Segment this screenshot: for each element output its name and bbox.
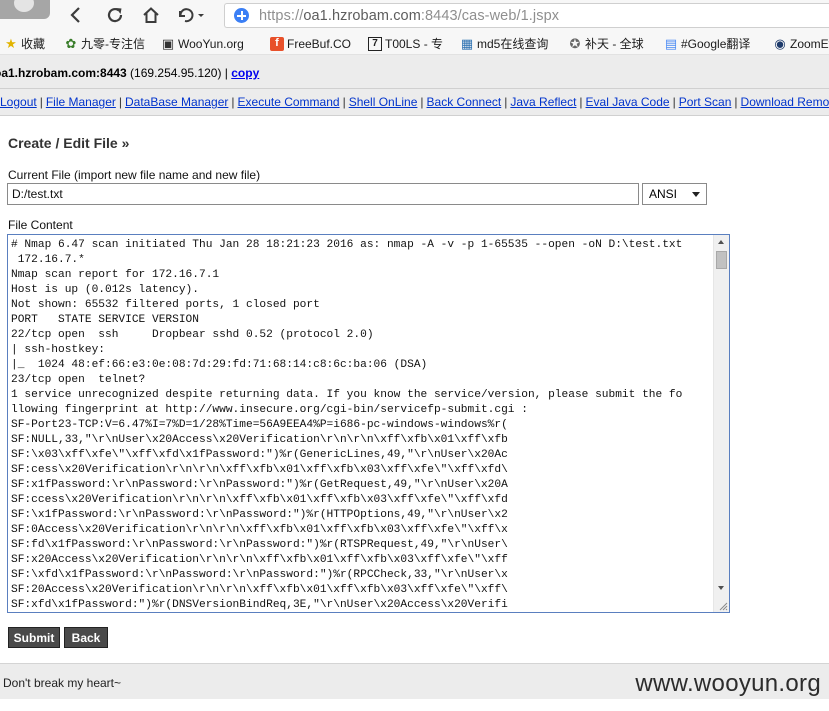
- watermark: www.wooyun.org: [635, 670, 821, 697]
- menu-link-download-remote[interactable]: Download Remote: [741, 95, 829, 109]
- url-scheme: https://: [259, 7, 304, 24]
- bookmark-item[interactable]: ★ 收藏: [4, 35, 45, 52]
- star-icon: ★: [5, 36, 17, 51]
- bookmark-label: FreeBuf.CO: [287, 36, 352, 51]
- menu-separator: |: [579, 95, 583, 109]
- menu-separator: |: [231, 95, 235, 109]
- wooyun-icon: ▣: [161, 36, 175, 51]
- edit-file-panel: Create / Edit File » Current File (impor…: [0, 117, 829, 663]
- chevron-down-icon: [692, 192, 700, 197]
- menu-link-back-connect[interactable]: Back Connect: [427, 95, 502, 109]
- menu-separator: |: [420, 95, 424, 109]
- browser-toolbar: https://oa1.hzrobam.com:8443/cas-web/1.j…: [0, 0, 829, 31]
- bookmark-label: #Google翻译: [681, 37, 751, 51]
- menu-separator: |: [504, 95, 508, 109]
- bookmark-item[interactable]: ✪ 补天 - 全球: [568, 35, 644, 52]
- menu-link-file-manager[interactable]: File Manager: [46, 95, 116, 109]
- bookmarks-bar: ★ 收藏 ✿ 九零-专注信 ▣ WooYun.org f FreeBuf.CO 7 T00LS -…: [0, 31, 829, 55]
- submit-button[interactable]: Submit: [8, 627, 60, 648]
- back-arrow-icon[interactable]: [66, 5, 86, 25]
- menu-link-shell-online[interactable]: Shell OnLine: [349, 95, 418, 109]
- menu-separator: |: [39, 95, 43, 109]
- home-icon[interactable]: [141, 5, 161, 25]
- bookmark-label: ZoomEye: [790, 36, 829, 51]
- server-ip: (169.254.95.120) |: [126, 66, 232, 80]
- bookmark-label: WooYun.org: [178, 36, 244, 51]
- url-path: :8443/cas-web/1.jspx: [420, 7, 560, 24]
- bookmark-item[interactable]: 7 T00LS - 专: [368, 35, 443, 52]
- menu-link-execute-command[interactable]: Execute Command: [238, 95, 340, 109]
- server-info-line: oa1.hzrobam.com:8443 (169.254.95.120) | …: [0, 66, 259, 80]
- footer-text: Don't break my heart~: [3, 676, 122, 690]
- current-file-label: Current File (import new file name and n…: [8, 168, 261, 182]
- t00ls-icon: 7: [368, 36, 382, 51]
- resize-grip-icon[interactable]: [716, 599, 728, 611]
- bookmark-item[interactable]: ◉ ZoomEye: [773, 35, 829, 52]
- function-menu-bar: Logout | File Manager | DataBase Manager | Exe…: [0, 89, 829, 116]
- bookmark-label: 补天 - 全球: [585, 37, 644, 51]
- file-content-textarea[interactable]: # Nmap 6.47 scan initiated Thu Jan 28 18…: [7, 234, 730, 613]
- bookmark-label: 九零-专注信: [81, 37, 145, 51]
- menu-link-port-scan[interactable]: Port Scan: [679, 95, 732, 109]
- bookmark-item[interactable]: ✿ 九零-专注信: [64, 35, 145, 52]
- bookmark-item[interactable]: ▦ md5在线查询: [460, 35, 549, 52]
- menu-link-database-manager[interactable]: DataBase Manager: [125, 95, 228, 109]
- url-text[interactable]: https://oa1.hzrobam.com:8443/cas-web/1.j…: [259, 8, 559, 24]
- scroll-down-arrow-icon[interactable]: [714, 581, 729, 595]
- menu-separator: |: [118, 95, 122, 109]
- menu-link-java-reflect[interactable]: Java Reflect: [510, 95, 576, 109]
- menu-separator: |: [734, 95, 738, 109]
- browser-app-icon[interactable]: [0, 0, 50, 19]
- current-file-input[interactable]: [7, 183, 639, 205]
- bookmark-item[interactable]: ▣ WooYun.org: [161, 35, 244, 52]
- charset-value: ANSI: [649, 187, 678, 201]
- zoomeye-icon: ◉: [774, 36, 786, 51]
- server-host: oa1.hzrobam.com:8443: [0, 66, 127, 80]
- md5-grid-icon: ▦: [460, 36, 474, 51]
- menu-separator: |: [342, 95, 346, 109]
- charset-select[interactable]: ANSI: [642, 183, 707, 205]
- google-translate-icon: ▤: [664, 36, 678, 51]
- copy-link[interactable]: copy: [231, 66, 259, 80]
- secure-shield-icon[interactable]: [234, 8, 249, 23]
- butian-icon: ✪: [569, 36, 581, 51]
- function-menu: Logout | File Manager | DataBase Manager | Exe…: [0, 95, 829, 109]
- file-content-text[interactable]: # Nmap 6.47 scan initiated Thu Jan 28 18…: [11, 238, 711, 612]
- bookmark-label: T00LS - 专: [385, 37, 444, 51]
- bookmark-label: 收藏: [21, 37, 46, 51]
- green-leaf-icon: ✿: [65, 36, 77, 51]
- file-content-label: File Content: [8, 218, 73, 232]
- scroll-thumb[interactable]: [716, 251, 727, 269]
- address-bar[interactable]: https://oa1.hzrobam.com:8443/cas-web/1.j…: [224, 3, 829, 28]
- bookmark-item[interactable]: f FreeBuf.CO: [270, 35, 351, 52]
- menu-link-eval-java-code[interactable]: Eval Java Code: [586, 95, 670, 109]
- scroll-up-arrow-icon[interactable]: [714, 235, 729, 249]
- vertical-scrollbar[interactable]: [713, 235, 729, 612]
- menu-separator: |: [672, 95, 676, 109]
- menu-link-logout[interactable]: Logout: [0, 95, 37, 109]
- url-host: oa1.hzrobam.com: [303, 7, 421, 24]
- bottom-strip: [0, 699, 829, 711]
- undo-history-icon[interactable]: [175, 5, 207, 25]
- freebuf-icon: f: [270, 36, 284, 51]
- reload-icon[interactable]: [105, 5, 125, 25]
- server-info-bar: oa1.hzrobam.com:8443 (169.254.95.120) | …: [0, 55, 829, 89]
- bookmark-item[interactable]: ▤ #Google翻译: [664, 35, 751, 52]
- back-button[interactable]: Back: [64, 627, 108, 648]
- page-footer: Don't break my heart~ www.wooyun.org: [0, 663, 829, 699]
- page-title: Create / Edit File »: [8, 135, 130, 151]
- bookmark-label: md5在线查询: [477, 37, 549, 51]
